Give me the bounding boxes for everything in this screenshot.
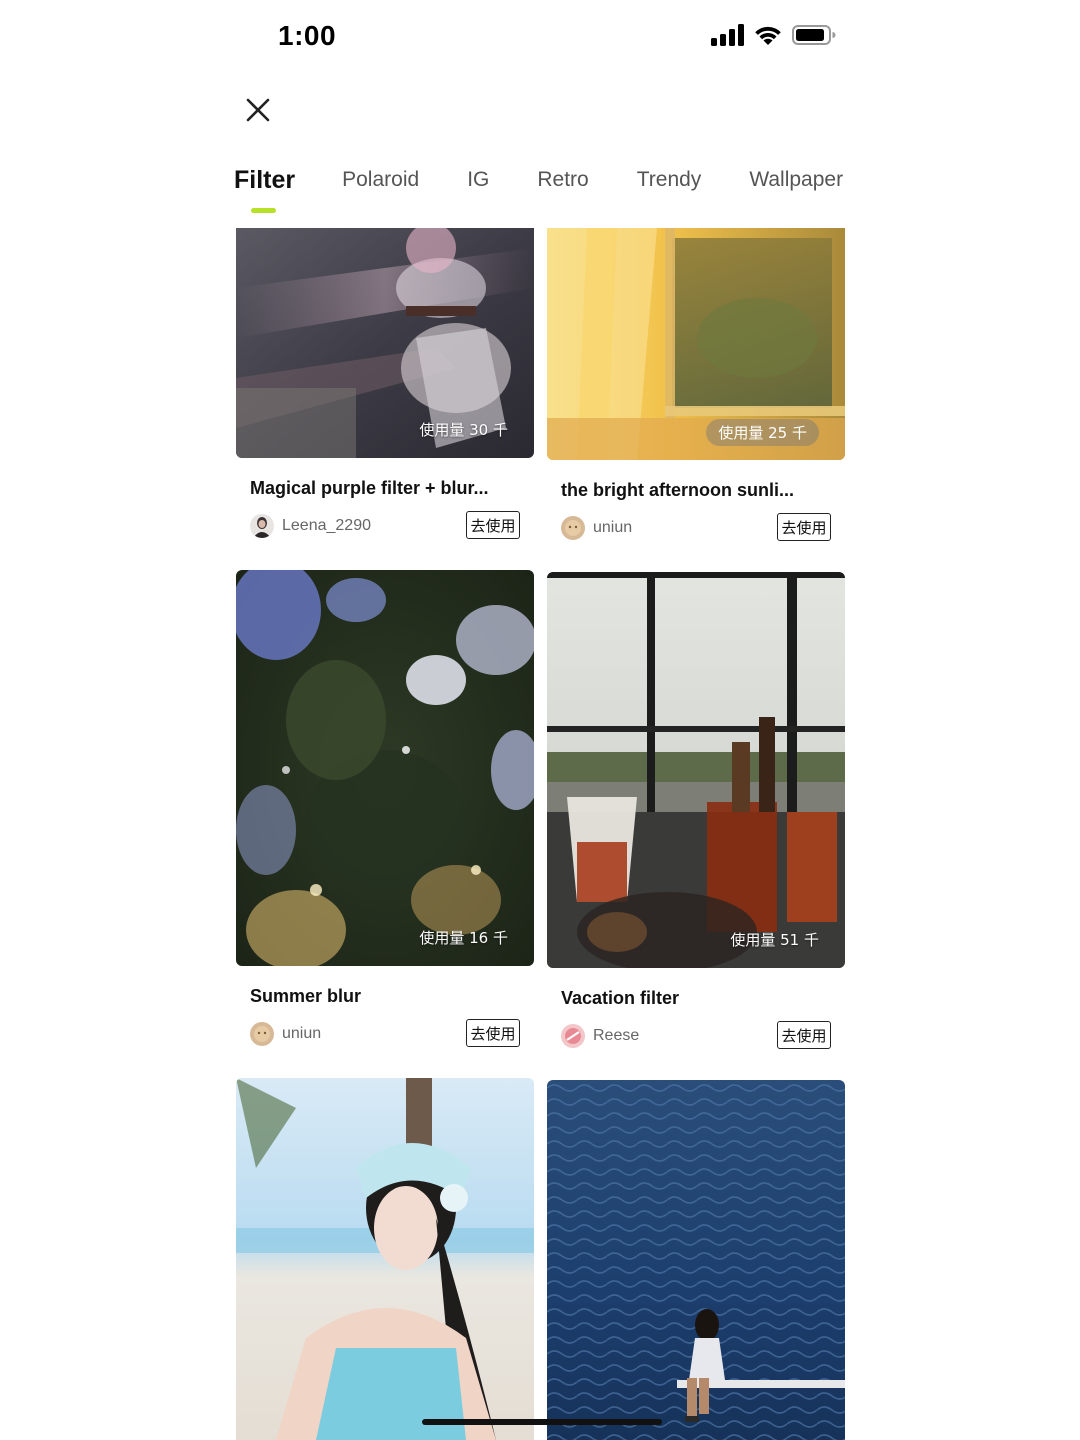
status-time: 1:00 xyxy=(278,20,337,51)
tab-ig[interactable]: IG xyxy=(467,168,489,192)
tab-filter-label: Filter xyxy=(234,166,296,194)
active-tab-indicator xyxy=(251,208,276,213)
use-filter-button[interactable]: 去使用 xyxy=(777,513,831,541)
filter-preview-image[interactable]: 使用量 51 千 xyxy=(547,572,845,968)
filter-preview-image[interactable] xyxy=(547,1080,845,1440)
battery-icon xyxy=(792,25,836,45)
filter-card[interactable] xyxy=(236,1078,534,1440)
avatar xyxy=(561,516,585,540)
filter-preview-image[interactable]: 使用量 16 千 xyxy=(236,570,534,966)
preview-photo xyxy=(547,1080,845,1440)
avatar xyxy=(250,1022,274,1046)
preview-photo xyxy=(236,570,534,966)
author-name: Reese xyxy=(593,1027,640,1044)
filter-title[interactable]: Vacation filter xyxy=(561,988,679,1009)
tab-filter[interactable]: Filter xyxy=(234,166,296,213)
filter-card[interactable]: 使用量 30 千 Magical purple filter + blur...… xyxy=(236,228,534,548)
avatar xyxy=(561,1024,585,1048)
signal-icon xyxy=(711,24,744,46)
filter-title[interactable]: Summer blur xyxy=(250,986,361,1007)
tab-wallpaper-label: Wallpaper xyxy=(749,168,844,191)
filter-preview-image[interactable] xyxy=(236,1078,534,1440)
filter-preview-image[interactable]: 使用量 30 千 xyxy=(236,228,534,458)
home-indicator[interactable] xyxy=(422,1419,662,1425)
author-name: uniun xyxy=(593,519,633,536)
tab-polaroid[interactable]: Polaroid xyxy=(342,168,419,192)
wifi-icon xyxy=(755,26,781,45)
usage-count: 使用量 25 千 xyxy=(706,419,819,446)
author[interactable]: uniun xyxy=(561,516,632,540)
filter-card[interactable] xyxy=(547,1080,845,1440)
tab-trendy[interactable]: Trendy xyxy=(637,168,702,192)
usage-count: 使用量 30 千 xyxy=(419,421,508,439)
category-tabs: Filter Polaroid IG Retro Trendy Wallpape… xyxy=(234,166,843,228)
filter-card[interactable]: 使用量 16 千 Summer blur uniun 去使用 xyxy=(236,570,534,1050)
filter-card[interactable]: 使用量 51 千 Vacation filter Reese 去使用 xyxy=(547,572,845,1052)
tab-wallpaper[interactable]: Wallpaper xyxy=(749,168,843,192)
status-icons xyxy=(710,24,836,46)
use-filter-button[interactable]: 去使用 xyxy=(466,511,520,539)
usage-count: 使用量 51 千 xyxy=(730,931,819,949)
author-name: Leena_2290 xyxy=(282,517,371,534)
tab-ig-label: IG xyxy=(467,168,490,191)
use-filter-button[interactable]: 去使用 xyxy=(777,1021,831,1049)
filter-title[interactable]: the bright afternoon sunli... xyxy=(561,480,794,501)
author[interactable]: uniun xyxy=(250,1022,321,1046)
status-bar: 1:00 xyxy=(0,0,1080,80)
author[interactable]: Reese xyxy=(561,1024,639,1048)
filter-card[interactable]: 使用量 25 千 the bright afternoon sunli... u… xyxy=(547,228,845,548)
filter-title[interactable]: Magical purple filter + blur... xyxy=(250,478,489,499)
tab-trendy-label: Trendy xyxy=(636,168,702,191)
preview-photo xyxy=(236,1078,534,1440)
preview-photo xyxy=(547,572,845,968)
use-filter-button[interactable]: 去使用 xyxy=(466,1019,520,1047)
close-icon xyxy=(246,98,270,122)
avatar xyxy=(250,514,274,538)
tab-polaroid-label: Polaroid xyxy=(342,168,420,191)
tab-retro[interactable]: Retro xyxy=(537,168,588,192)
filter-preview-image[interactable]: 使用量 25 千 xyxy=(547,228,845,460)
usage-count: 使用量 16 千 xyxy=(419,929,508,947)
author[interactable]: Leena_2290 xyxy=(250,514,371,538)
close-button[interactable] xyxy=(240,92,276,128)
tab-retro-label: Retro xyxy=(537,168,589,191)
author-name: uniun xyxy=(282,1025,322,1042)
